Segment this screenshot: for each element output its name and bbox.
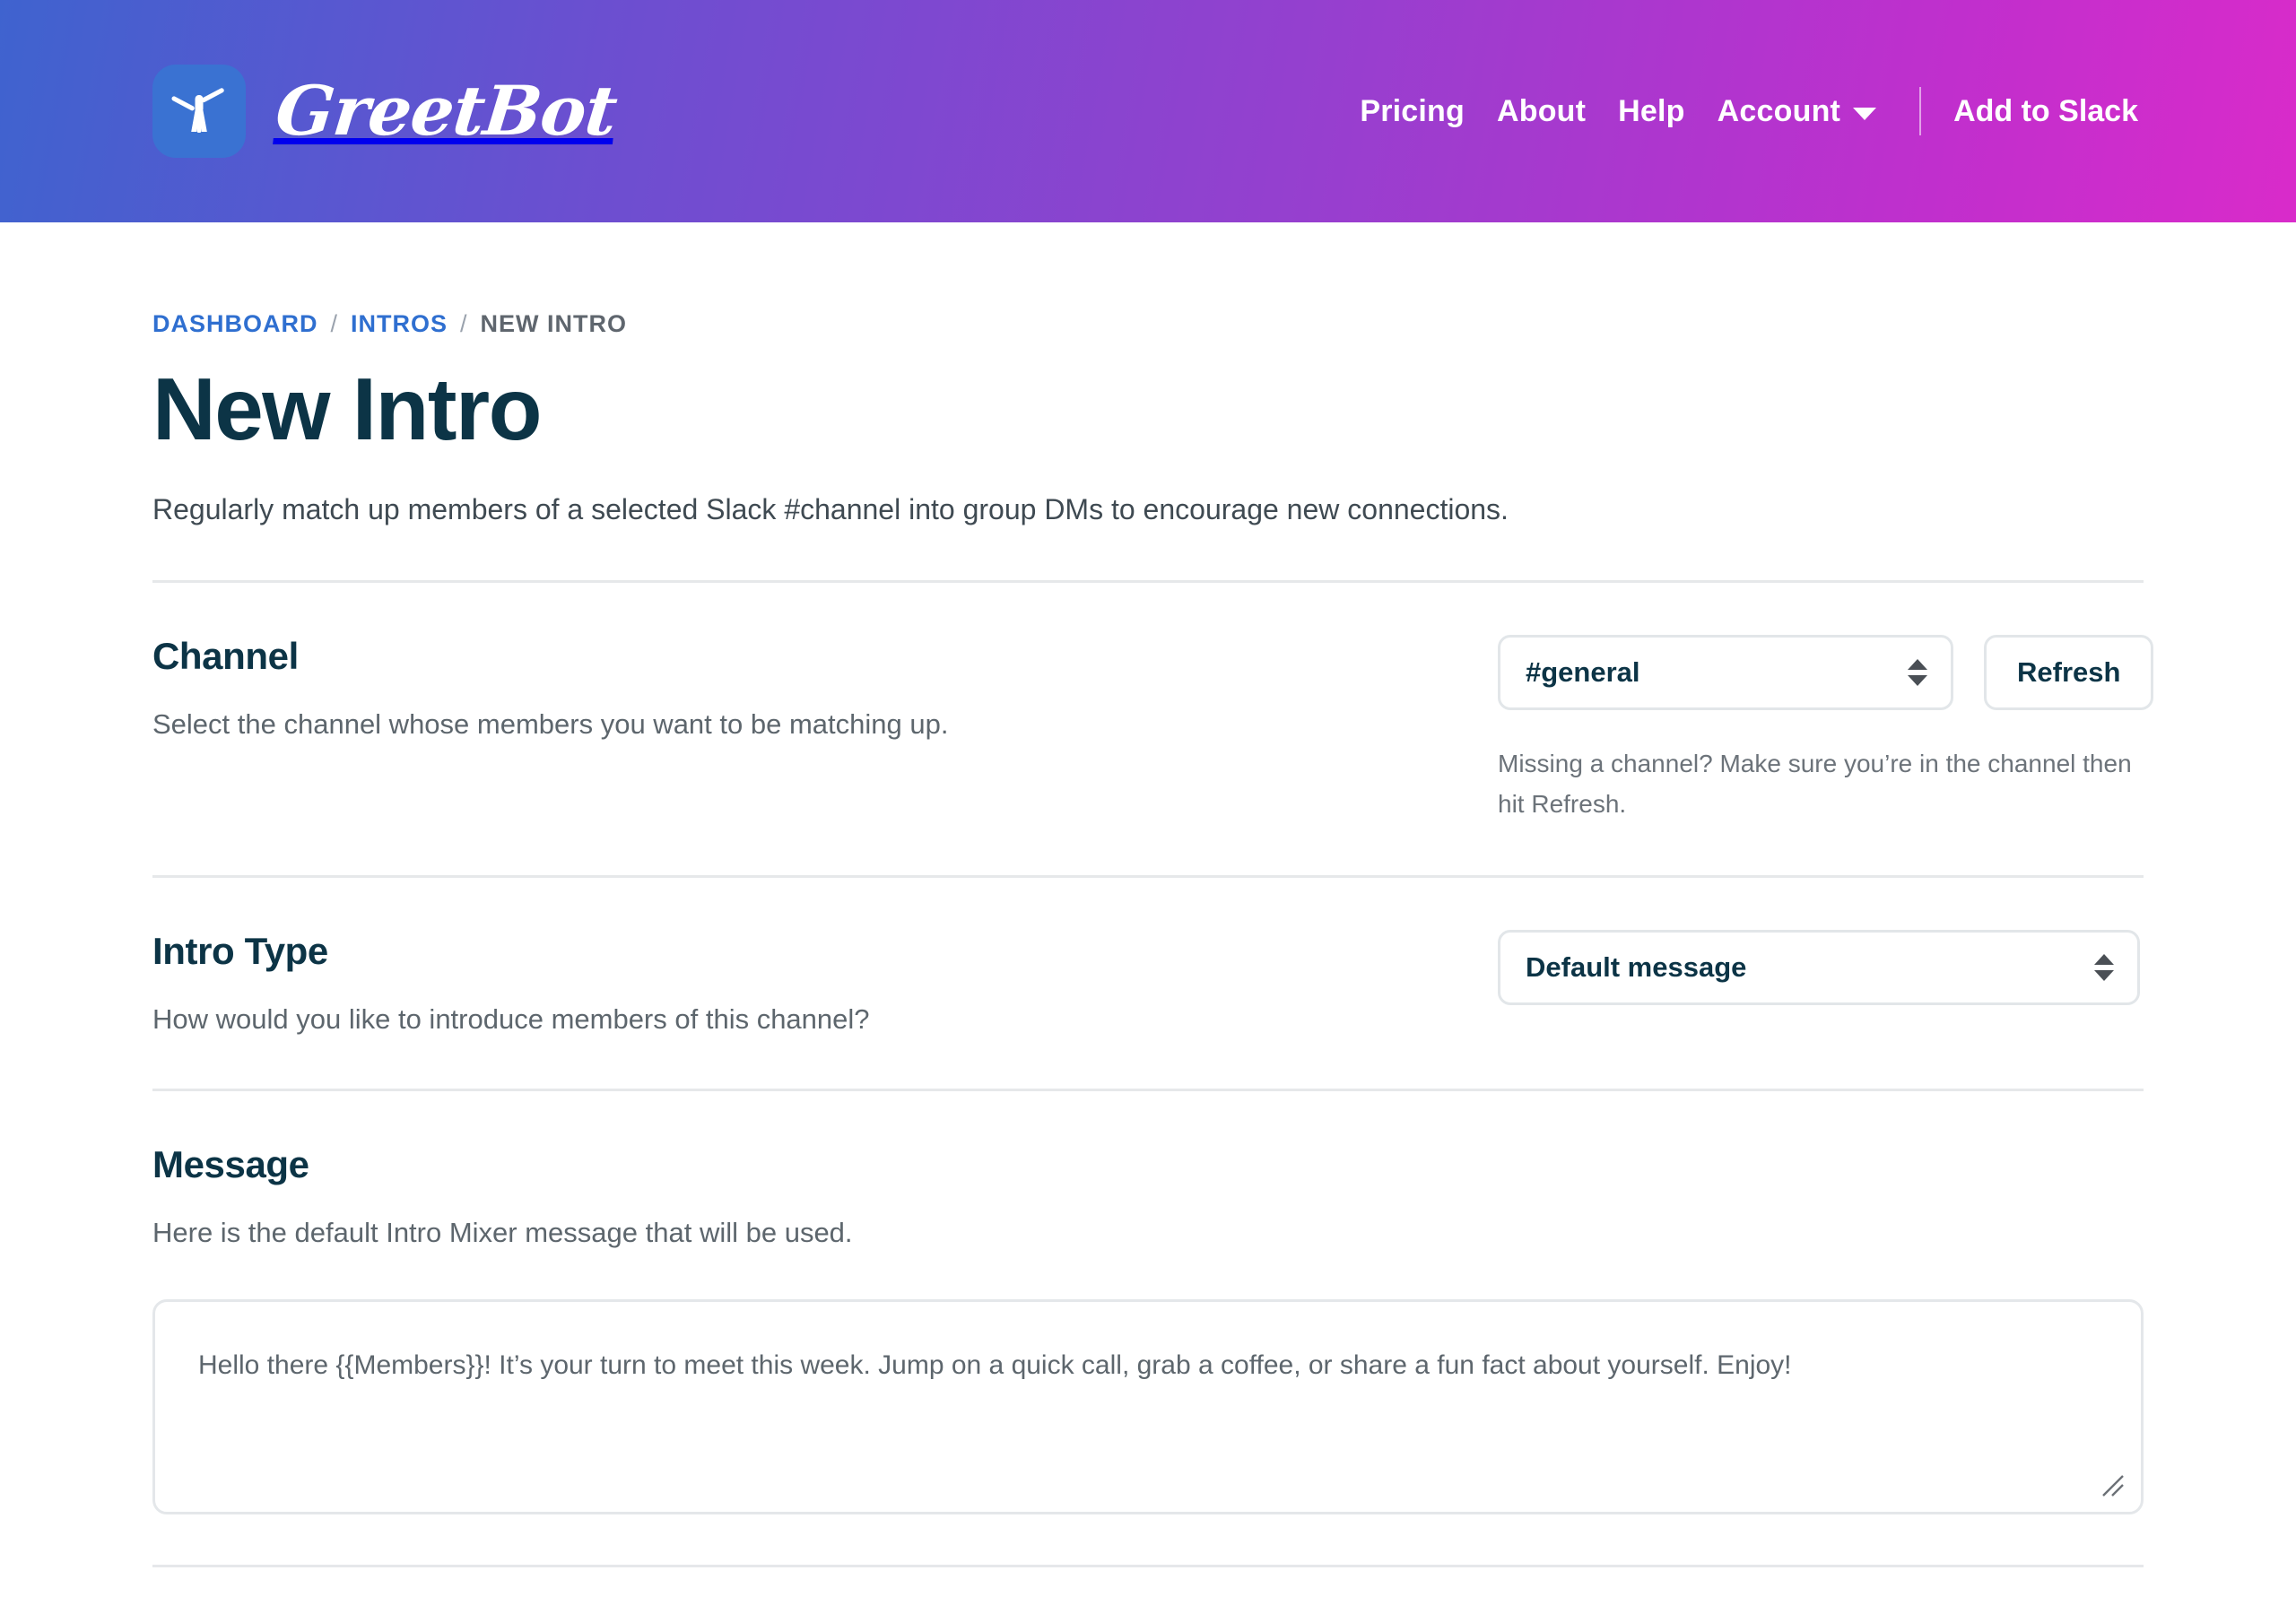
intro-type-select-value: Default message <box>1526 950 1747 983</box>
nav-help[interactable]: Help <box>1602 94 1700 129</box>
intro-type-description: How would you like to introduce members … <box>152 1002 870 1035</box>
intro-type-select[interactable]: Default message <box>1498 929 2140 1005</box>
intro-type-heading: Intro Type <box>152 929 328 972</box>
brand-logo-link[interactable]: GreetBot <box>152 65 621 158</box>
nav-divider <box>1919 87 1922 135</box>
nav-account-label: Account <box>1717 93 1841 128</box>
breadcrumb-dashboard[interactable]: DASHBOARD <box>152 310 318 338</box>
divider <box>152 1564 2144 1567</box>
channel-section-text: Channel Select the channel whose members… <box>152 635 1498 743</box>
resize-handle-icon[interactable] <box>2098 1471 2128 1501</box>
main-nav: Pricing About Help Account Add to Slack <box>1344 87 2144 135</box>
intro-type-section-controls: Default message <box>1498 929 2144 1005</box>
breadcrumb-separator: / <box>330 310 339 337</box>
channel-heading: Channel <box>152 635 299 678</box>
nav-pricing[interactable]: Pricing <box>1344 94 1481 129</box>
channel-section: Channel Select the channel whose members… <box>152 583 2154 825</box>
message-heading: Message <box>152 1143 309 1186</box>
nav-account-dropdown[interactable]: Account <box>1701 94 1892 129</box>
message-textarea-value: Hello there {{Members}}! It’s your turn … <box>198 1349 1792 1380</box>
channel-description: Select the channel whose members you wan… <box>152 708 949 741</box>
breadcrumb: DASHBOARD / INTROS / NEW INTRO <box>152 310 2144 338</box>
message-description: Here is the default Intro Mixer message … <box>152 1217 853 1249</box>
message-textarea[interactable]: Hello there {{Members}}! It’s your turn … <box>152 1298 2144 1514</box>
channel-hint: Missing a channel? Make sure you’re in t… <box>1498 750 2132 819</box>
breadcrumb-separator: / <box>460 310 468 337</box>
channel-select[interactable]: #general <box>1498 635 1953 711</box>
nav-about[interactable]: About <box>1481 94 1602 129</box>
intro-type-section: Intro Type How would you like to introdu… <box>152 878 2144 1038</box>
channel-section-controls: #general Refresh Missing a channel? Make… <box>1498 635 2154 825</box>
channel-control-line: #general Refresh <box>1498 635 2154 711</box>
page-content: DASHBOARD / INTROS / NEW INTRO New Intro… <box>0 310 2296 1567</box>
intro-type-section-text: Intro Type How would you like to introdu… <box>152 930 1498 1038</box>
message-section: Message Here is the default Intro Mixer … <box>152 1091 2144 1514</box>
page-title: New Intro <box>152 360 542 458</box>
person-arms-up-icon <box>152 65 246 158</box>
channel-select-value: #general <box>1526 656 1640 689</box>
add-to-slack-button[interactable]: Add to Slack <box>1948 94 2144 129</box>
breadcrumb-new-intro: NEW INTRO <box>480 310 628 337</box>
brand-wordmark: GreetBot <box>272 71 621 151</box>
page-subtitle: Regularly match up members of a selected… <box>152 493 1509 525</box>
select-stepper-icon <box>2094 953 2114 981</box>
chevron-down-icon <box>1853 108 1877 120</box>
refresh-button[interactable]: Refresh <box>1984 635 2154 711</box>
site-header: GreetBot Pricing About Help Account Add … <box>0 0 2296 222</box>
breadcrumb-intros[interactable]: INTROS <box>351 310 448 338</box>
select-stepper-icon <box>1908 659 1927 687</box>
